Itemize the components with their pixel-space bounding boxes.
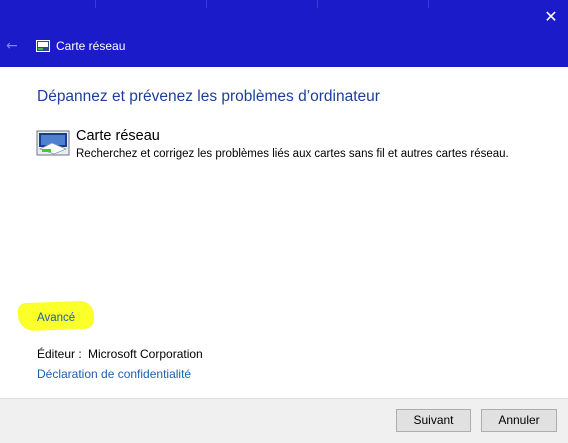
troubleshooter-title[interactable]: Carte réseau xyxy=(76,128,160,144)
close-button[interactable]: ✕ xyxy=(534,0,568,34)
network-adapter-icon xyxy=(36,130,70,156)
close-icon: ✕ xyxy=(544,7,558,26)
back-button[interactable]: ← xyxy=(6,38,22,54)
cancel-button[interactable]: Annuler xyxy=(481,409,557,432)
page-heading: Dépannez et prévenez les problèmes d’ord… xyxy=(37,88,380,105)
window-title: Carte réseau xyxy=(56,39,126,53)
back-arrow-icon: ← xyxy=(6,38,18,54)
network-adapter-icon xyxy=(36,40,50,52)
publisher-label: Éditeur : xyxy=(37,347,82,361)
privacy-statement-link[interactable]: Déclaration de confidentialité xyxy=(37,367,191,381)
next-button[interactable]: Suivant xyxy=(396,409,471,432)
troubleshooter-description: Recherchez et corrigez les problèmes lié… xyxy=(76,148,509,160)
title-bar: ✕ ← Carte réseau xyxy=(0,0,568,67)
publisher-value: Microsoft Corporation xyxy=(88,347,203,361)
advanced-link[interactable]: Avancé xyxy=(37,312,75,324)
